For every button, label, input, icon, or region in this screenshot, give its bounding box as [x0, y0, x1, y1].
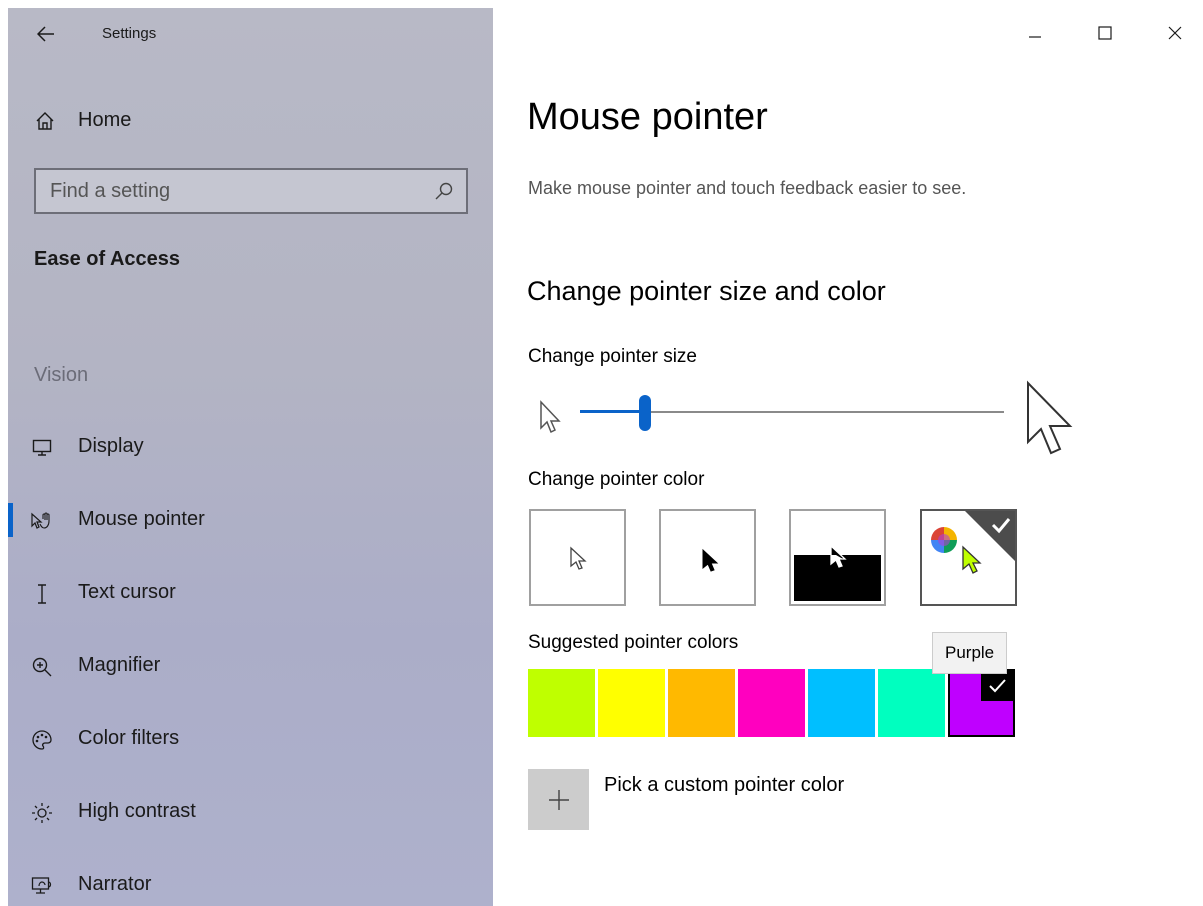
black-pointer-icon — [702, 548, 719, 572]
sidebar-item-narrator[interactable]: Narrator — [8, 862, 493, 906]
pointer-size-slider[interactable] — [580, 393, 1004, 433]
section-heading: Change pointer size and color — [527, 276, 886, 306]
checkmark-icon — [981, 671, 1013, 701]
color-swatch[interactable] — [738, 669, 805, 737]
sidebar-item-high-contrast[interactable]: High contrast — [8, 789, 493, 835]
page-description: Make mouse pointer and touch feedback ea… — [528, 178, 967, 198]
back-button[interactable] — [34, 22, 58, 46]
search-input[interactable] — [36, 171, 416, 211]
search-box — [34, 168, 468, 214]
sidebar-item-label: High contrast — [78, 800, 196, 822]
custom-pointer-icon — [962, 545, 982, 574]
maximize-button[interactable] — [1082, 10, 1128, 56]
color-filters-icon — [30, 728, 54, 752]
minimize-icon — [1029, 36, 1041, 38]
pointer-size-label: Change pointer size — [528, 346, 697, 367]
tooltip: Purple — [932, 632, 1008, 674]
inverted-pointer-icon — [830, 544, 847, 568]
color-swatch[interactable] — [808, 669, 875, 737]
group-label-vision: Vision — [34, 364, 89, 386]
suggested-colors-label: Suggested pointer colors — [528, 632, 739, 653]
color-swatch[interactable] — [528, 669, 595, 737]
nav-home-label: Home — [78, 108, 132, 131]
sidebar-item-label: Color filters — [78, 727, 180, 749]
slider-fill — [580, 410, 645, 413]
high-contrast-icon — [30, 801, 54, 825]
page-title: Mouse pointer — [527, 96, 768, 138]
color-wheel-icon — [931, 527, 957, 553]
large-pointer-icon — [1027, 380, 1073, 455]
sidebar-item-label: Text cursor — [78, 581, 176, 603]
sidebar-item-text-cursor[interactable]: Text cursor — [8, 570, 493, 616]
small-pointer-icon — [540, 400, 561, 434]
sidebar-item-label: Narrator — [78, 873, 152, 895]
sidebar-item-mouse-pointer[interactable]: Mouse pointer — [8, 497, 493, 543]
pick-custom-color-label: Pick a custom pointer color — [604, 774, 845, 796]
sidebar-item-label: Mouse pointer — [78, 508, 205, 530]
color-swatch[interactable] — [878, 669, 945, 737]
plus-icon — [548, 789, 569, 810]
narrator-icon — [30, 874, 54, 898]
sidebar-item-label: Display — [78, 435, 144, 457]
sidebar-item-label: Magnifier — [78, 654, 161, 676]
close-icon — [1168, 26, 1182, 40]
sidebar-item-display[interactable]: Display — [8, 424, 493, 470]
white-pointer-icon — [570, 546, 587, 570]
monitor-icon — [30, 436, 54, 460]
pick-custom-color-button[interactable] — [528, 769, 589, 830]
maximize-icon — [1098, 26, 1112, 40]
color-swatch[interactable] — [948, 669, 1015, 737]
sidebar-item-magnifier[interactable]: Magnifier — [8, 643, 493, 689]
color-swatch[interactable] — [598, 669, 665, 737]
search-icon[interactable] — [434, 181, 454, 201]
pointer-color-inverted[interactable] — [789, 509, 886, 606]
color-swatch[interactable] — [668, 669, 735, 737]
pointer-color-white[interactable] — [529, 509, 626, 606]
pointer-color-label: Change pointer color — [528, 469, 705, 490]
nav-home[interactable]: Home — [8, 100, 493, 140]
section-title: Ease of Access — [34, 248, 181, 270]
back-arrow-icon — [37, 26, 54, 42]
sidebar: Settings Home Ease of Access Vision Disp… — [8, 8, 493, 906]
close-button[interactable] — [1152, 10, 1198, 56]
pointer-color-custom[interactable] — [920, 509, 1017, 606]
home-icon — [36, 112, 54, 130]
text-cursor-icon — [30, 582, 54, 606]
pointer-color-black[interactable] — [659, 509, 756, 606]
sidebar-item-color-filters[interactable]: Color filters — [8, 716, 493, 762]
app-title: Settings — [102, 25, 157, 42]
mouse-pointer-icon — [30, 509, 54, 533]
minimize-button[interactable] — [1012, 10, 1058, 56]
slider-thumb[interactable] — [638, 395, 651, 431]
magnifier-icon — [30, 655, 54, 679]
